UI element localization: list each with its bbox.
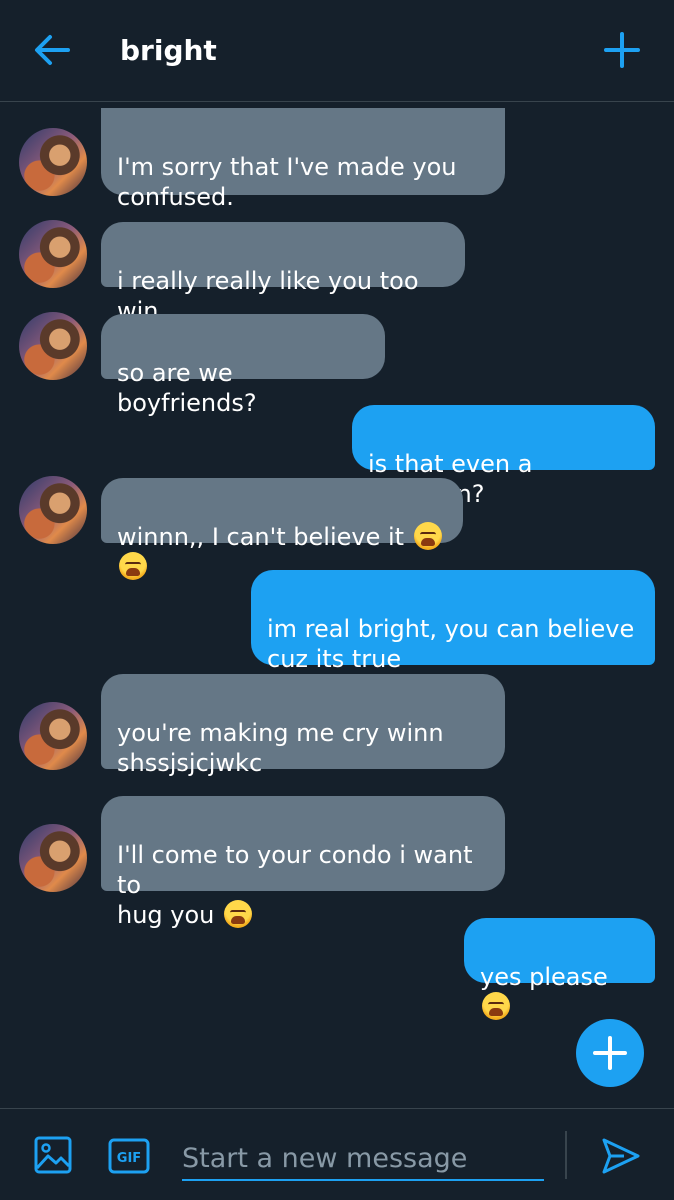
avatar[interactable] xyxy=(19,312,87,380)
new-conversation-button[interactable] xyxy=(598,26,646,74)
message-bubble-received[interactable]: i really really like you too win. xyxy=(101,222,465,325)
message-text: you're making me cry winn shssjsjcjwkc xyxy=(117,719,444,777)
message-bubble-sent[interactable]: im real bright, you can believe cuz its … xyxy=(251,570,655,673)
avatar[interactable] xyxy=(19,824,87,892)
message-input[interactable] xyxy=(182,1137,544,1181)
image-icon xyxy=(34,1136,72,1174)
avatar[interactable] xyxy=(19,128,87,196)
message-bubble-sent[interactable]: yes please xyxy=(464,918,655,1020)
new-message-fab[interactable] xyxy=(576,1019,644,1087)
gif-icon: GIF xyxy=(108,1138,150,1174)
crying-face-emoji-icon xyxy=(413,522,442,550)
arrow-left-icon xyxy=(35,35,70,65)
avatar[interactable] xyxy=(19,476,87,544)
message-bubble-received[interactable]: I'll come to your condo i want to hug yo… xyxy=(101,796,505,929)
conversation-header: bright xyxy=(0,0,674,102)
message-text: im real bright, you can believe cuz its … xyxy=(267,615,635,673)
plus-icon xyxy=(604,32,640,68)
message-bubble-received[interactable]: I'm sorry that I've made you confused. xyxy=(101,108,505,211)
plus-icon xyxy=(593,1036,627,1070)
message-bubble-received[interactable]: so are we boyfriends? xyxy=(101,314,385,417)
composer-divider xyxy=(565,1131,567,1179)
message-bubble-received[interactable]: you're making me cry winn shssjsjcjwkc xyxy=(101,674,505,777)
avatar[interactable] xyxy=(19,702,87,770)
conversation-title[interactable]: bright xyxy=(120,34,217,67)
message-text: I'm sorry that I've made you confused. xyxy=(117,153,457,211)
add-gif-button[interactable]: GIF xyxy=(108,1138,150,1174)
message-composer: GIF xyxy=(0,1108,674,1200)
send-icon xyxy=(602,1138,640,1174)
message-bubble-received[interactable]: winnn,, I can't believe it xyxy=(101,478,463,580)
pleading-face-emoji-icon xyxy=(482,992,510,1020)
crying-face-emoji-icon xyxy=(119,552,147,580)
message-text: I'll come to your condo i want to hug yo… xyxy=(117,841,473,929)
crying-face-emoji-icon xyxy=(224,900,253,928)
add-photo-button[interactable] xyxy=(34,1136,72,1174)
avatar[interactable] xyxy=(19,220,87,288)
message-text: so are we boyfriends? xyxy=(117,359,257,417)
back-button[interactable] xyxy=(30,28,74,72)
message-text: winnn,, I can't believe it xyxy=(117,523,412,551)
message-text: yes please xyxy=(480,963,608,991)
send-button[interactable] xyxy=(600,1135,642,1177)
svg-text:GIF: GIF xyxy=(117,1151,141,1166)
message-bubble-sent[interactable]: is that even a question? xyxy=(352,405,655,508)
